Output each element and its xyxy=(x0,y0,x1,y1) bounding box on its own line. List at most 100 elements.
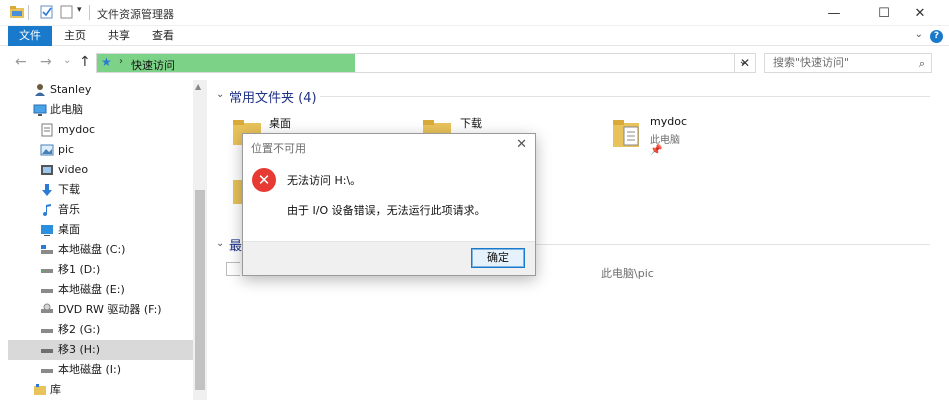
sidebar-item-label: 下载 xyxy=(58,183,80,196)
breadcrumb-separator-icon[interactable]: › xyxy=(119,56,123,67)
search-placeholder: 搜索"快速访问" xyxy=(773,56,850,69)
recent-files-heading[interactable]: 最 xyxy=(229,235,242,254)
error-icon: ✕ xyxy=(252,168,276,192)
collapse-frequent-icon[interactable]: ⌄ xyxy=(216,89,224,100)
picture-icon xyxy=(40,144,54,156)
sidebar-item-desktop[interactable]: 桌面 xyxy=(8,220,193,240)
music-icon xyxy=(43,204,51,217)
breadcrumb-quick-access[interactable]: 快速访问 xyxy=(131,57,175,73)
dialog-message: 无法访问 H:\。 xyxy=(287,174,362,187)
sidebar-item-drive-h[interactable]: 移3 (H:) xyxy=(8,340,193,360)
sidebar-item-music[interactable]: 音乐 xyxy=(8,200,193,220)
sidebar-scrollbar[interactable]: ▲ xyxy=(193,80,207,400)
sidebar-item-label: DVD RW 驱动器 (F:) xyxy=(58,303,162,316)
download-icon xyxy=(42,184,52,196)
sidebar-item-mydoc[interactable]: mydoc xyxy=(8,120,193,140)
sidebar-item-label: 移3 (H:) xyxy=(58,343,101,356)
scroll-up-icon[interactable]: ▲ xyxy=(195,82,201,91)
sidebar-item-drive-d[interactable]: 移1 (D:) xyxy=(8,260,193,280)
sidebar-item-label: 音乐 xyxy=(58,203,80,216)
title-divider xyxy=(89,5,90,20)
desktop-icon xyxy=(41,225,53,236)
drive-icon xyxy=(41,369,53,373)
drive-icon xyxy=(41,289,53,293)
back-button[interactable]: ← xyxy=(15,54,27,70)
sidebar-item-drive-f[interactable]: DVD RW 驱动器 (F:) xyxy=(8,300,193,320)
ribbon-tabs: 文件 主页 共享 查看 ⌄ ? xyxy=(0,26,949,46)
drive-icon xyxy=(41,269,53,273)
address-bar[interactable]: ★ › 快速访问 ⌄ xyxy=(96,53,756,73)
search-icon[interactable]: ⌕ xyxy=(919,55,925,73)
user-icon xyxy=(35,84,45,96)
help-icon[interactable]: ? xyxy=(930,30,943,43)
sidebar-item-label: 库 xyxy=(50,383,61,396)
sidebar-item-label: 本地磁盘 (I:) xyxy=(58,363,122,376)
quick-access-star-icon: ★ xyxy=(101,55,112,69)
window-title: 文件资源管理器 xyxy=(97,8,174,21)
drive-icon xyxy=(41,349,53,353)
dvd-drive-icon xyxy=(41,303,53,313)
scrollbar-thumb[interactable] xyxy=(195,190,205,390)
tab-share[interactable]: 共享 xyxy=(102,26,136,46)
dialog-detail: 由于 I/O 设备错误，无法运行此项请求。 xyxy=(287,204,486,217)
sidebar-item-label: Stanley xyxy=(50,83,92,96)
library-icon xyxy=(34,384,46,395)
new-folder-icon[interactable] xyxy=(59,5,75,19)
folder-documents-icon xyxy=(613,120,639,147)
frequent-folders-heading[interactable]: 常用文件夹 (4) xyxy=(229,87,317,106)
customize-qat-icon[interactable]: ▾ xyxy=(77,5,82,15)
dialog-close-button[interactable]: ✕ xyxy=(516,137,527,152)
recent-file-icon xyxy=(226,262,240,276)
sidebar-item-libraries[interactable]: 库 xyxy=(8,380,193,400)
sidebar-item-video[interactable]: video xyxy=(8,160,193,180)
sidebar-item-label: 移1 (D:) xyxy=(58,263,101,276)
sidebar-item-stanley[interactable]: Stanley xyxy=(8,80,193,100)
section-divider xyxy=(536,244,930,245)
close-button[interactable]: ✕ xyxy=(897,0,943,26)
properties-icon[interactable] xyxy=(39,5,55,19)
drive-c-icon xyxy=(41,245,53,254)
search-input[interactable]: 搜索"快速访问" ⌕ xyxy=(764,53,932,73)
sidebar-item-drive-i[interactable]: 本地磁盘 (I:) xyxy=(8,360,193,380)
pin-icon: 📌 xyxy=(650,145,663,156)
folder-name: mydoc xyxy=(650,115,687,128)
sidebar-item-label: pic xyxy=(58,143,75,156)
folder-name: 下载 xyxy=(460,117,482,130)
sidebar-item-label: 移2 (G:) xyxy=(58,323,101,336)
sidebar-item-pic[interactable]: pic xyxy=(8,140,193,160)
recent-locations-button[interactable]: ⌄ xyxy=(63,55,71,66)
sidebar-item-drive-e[interactable]: 本地磁盘 (E:) xyxy=(8,280,193,300)
ok-button[interactable]: 确定 xyxy=(471,248,525,268)
sidebar-item-this-pc[interactable]: 此电脑 xyxy=(8,100,193,120)
recent-file-path: 此电脑\pic xyxy=(601,267,654,280)
sidebar-item-label: video xyxy=(58,163,89,176)
folder-mydoc[interactable]: mydoc 此电脑 📌 xyxy=(610,113,770,159)
collapse-recent-icon[interactable]: ⌄ xyxy=(216,238,224,249)
sidebar-item-label: 本地磁盘 (E:) xyxy=(58,283,125,296)
tab-view[interactable]: 查看 xyxy=(146,26,180,46)
ribbon-expand-icon[interactable]: ⌄ xyxy=(915,29,923,40)
sidebar-item-drive-c[interactable]: 本地磁盘 (C:) xyxy=(8,240,193,260)
address-clear-button[interactable]: ✕ xyxy=(734,53,756,73)
computer-icon xyxy=(33,104,47,116)
folder-name: 桌面 xyxy=(269,117,291,130)
up-button[interactable]: ↑ xyxy=(79,54,91,70)
sidebar-item-label: 桌面 xyxy=(58,223,80,236)
drive-icon xyxy=(41,329,53,333)
error-dialog: 位置不可用 ✕ ✕ 无法访问 H:\。 由于 I/O 设备错误，无法运行此项请求… xyxy=(242,133,536,276)
sidebar-item-label: 本地磁盘 (C:) xyxy=(58,243,126,256)
folder-location: 此电脑 xyxy=(650,135,680,146)
document-icon xyxy=(41,123,53,137)
tab-file[interactable]: 文件 xyxy=(8,26,52,46)
forward-button[interactable]: → xyxy=(40,54,52,70)
title-bar: ▾ 文件资源管理器 — ☐ ✕ xyxy=(0,0,949,26)
section-divider xyxy=(320,96,930,97)
sidebar-item-downloads[interactable]: 下载 xyxy=(8,180,193,200)
sidebar-item-label: 此电脑 xyxy=(50,103,83,116)
dialog-title: 位置不可用 xyxy=(251,142,306,155)
sidebar-item-drive-g[interactable]: 移2 (G:) xyxy=(8,320,193,340)
navigation-pane[interactable]: Stanley 此电脑 mydoc pic video 下载 音乐 桌面 本地磁… xyxy=(0,80,207,400)
tab-home[interactable]: 主页 xyxy=(58,26,92,46)
quick-access-divider xyxy=(28,5,29,20)
minimize-button[interactable]: — xyxy=(811,0,857,26)
